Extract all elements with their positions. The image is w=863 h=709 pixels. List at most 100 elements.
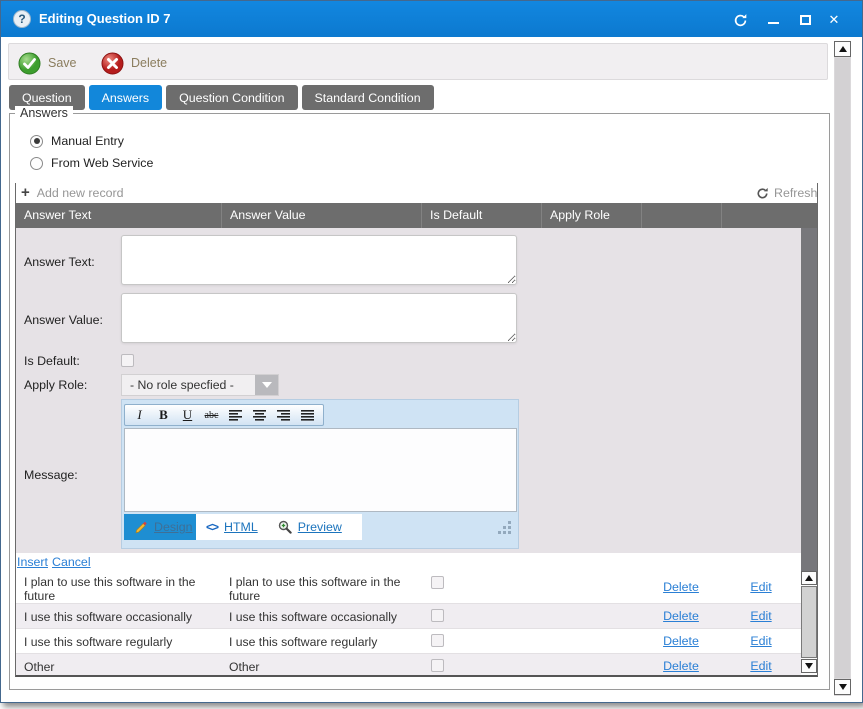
edit-link[interactable]: Edit — [750, 634, 771, 648]
cell-edit: Edit — [721, 571, 801, 603]
radio-from-web-service-control[interactable] — [30, 157, 43, 170]
cancel-link[interactable]: Cancel — [52, 555, 91, 569]
refresh-icon — [756, 187, 769, 200]
is-default-checkbox — [431, 576, 444, 589]
cell-edit: Edit — [721, 629, 801, 653]
column-header-apply-role[interactable]: Apply Role — [541, 203, 641, 228]
apply-role-value: - No role specfied - — [122, 378, 255, 392]
is-default-checkbox[interactable] — [121, 354, 134, 367]
editor-tab-html[interactable]: <> HTML — [196, 514, 268, 540]
cell-answer-text: I use this software regularly — [16, 629, 221, 653]
table-row: I use this software regularly I use this… — [16, 629, 801, 654]
answers-grid: + Add new record Refresh Answer Text Ans… — [15, 183, 818, 677]
action-toolbar: Save Delete — [8, 43, 828, 80]
window-title: Editing Question ID 7 — [39, 1, 170, 37]
italic-icon[interactable]: I — [128, 406, 151, 424]
tab-standard-condition[interactable]: Standard Condition — [302, 85, 434, 110]
delete-button[interactable]: Delete — [101, 51, 167, 75]
close-button[interactable]: ✕ — [825, 11, 843, 29]
cell-apply-role — [541, 604, 641, 628]
answer-text-input[interactable] — [121, 235, 517, 285]
grid-header-row: Answer Text Answer Value Is Default Appl… — [16, 203, 817, 228]
radio-from-web-service-label: From Web Service — [51, 156, 153, 170]
delete-link[interactable]: Delete — [663, 634, 699, 648]
cell-delete: Delete — [641, 629, 721, 653]
cell-apply-role — [541, 629, 641, 653]
cell-edit: Edit — [721, 654, 801, 677]
plus-icon: + — [21, 184, 30, 202]
grid-command-bar: + Add new record Refresh — [16, 183, 817, 203]
cell-is-default — [421, 654, 541, 677]
add-new-record-button[interactable]: + Add new record — [21, 183, 124, 203]
window-vertical-scrollbar — [834, 41, 851, 696]
radio-manual-entry-control[interactable] — [30, 135, 43, 148]
minimize-button[interactable] — [764, 11, 782, 29]
help-icon[interactable]: ? — [13, 10, 31, 28]
delete-label: Delete — [131, 56, 167, 70]
cell-delete: Delete — [641, 654, 721, 677]
answer-value-input[interactable] — [121, 293, 517, 343]
apply-role-dropdown[interactable]: - No role specfied - — [121, 374, 279, 396]
column-header-answer-value[interactable]: Answer Value — [221, 203, 421, 228]
message-editor: I B U abc — [121, 399, 519, 549]
cell-apply-role — [541, 571, 641, 603]
answer-text-label: Answer Text: — [24, 255, 95, 269]
column-header-is-default[interactable]: Is Default — [421, 203, 541, 228]
align-right-icon[interactable] — [272, 406, 295, 424]
table-row: I use this software occasionally I use t… — [16, 604, 801, 629]
align-justify-icon[interactable] — [296, 406, 319, 424]
edit-link[interactable]: Edit — [750, 659, 771, 673]
grid-scroll-up-button[interactable] — [801, 571, 817, 585]
editor-mode-tabs: Design <> HTML Preview — [124, 514, 517, 540]
editor-tab-preview-label: Preview — [298, 520, 342, 534]
is-default-label: Is Default: — [24, 354, 80, 368]
arrow-down-icon — [805, 663, 813, 669]
save-icon — [18, 52, 41, 75]
refresh-button[interactable]: Refresh — [756, 183, 817, 203]
editor-tab-preview[interactable]: Preview — [268, 514, 352, 540]
align-center-icon[interactable] — [248, 406, 271, 424]
is-default-checkbox — [431, 659, 444, 672]
apply-role-label: Apply Role: — [24, 378, 87, 392]
tab-answers[interactable]: Answers — [89, 85, 163, 110]
cell-answer-value: I use this software regularly — [221, 629, 421, 653]
radio-from-web-service[interactable]: From Web Service — [30, 154, 153, 172]
strikethrough-icon[interactable]: abc — [200, 406, 223, 424]
table-row: Other Other Delete Edit — [16, 654, 801, 677]
grid-scroll-down-button[interactable] — [801, 659, 817, 673]
edit-link[interactable]: Edit — [750, 580, 771, 594]
window-scroll-up-button[interactable] — [834, 41, 851, 57]
grid-scroll-thumb[interactable] — [801, 586, 817, 658]
delete-link[interactable]: Delete — [663, 609, 699, 623]
window-scroll-down-button[interactable] — [834, 679, 851, 695]
underline-icon[interactable]: U — [176, 406, 199, 424]
maximize-button[interactable] — [796, 11, 814, 29]
editor-content-area[interactable] — [124, 428, 517, 512]
delete-link[interactable]: Delete — [663, 659, 699, 673]
tab-question-condition[interactable]: Question Condition — [166, 85, 297, 110]
save-button[interactable]: Save — [18, 51, 77, 75]
grid-vertical-scrollbar — [801, 571, 817, 675]
editor-tab-design[interactable]: Design — [124, 514, 196, 540]
bold-icon[interactable]: B — [152, 406, 175, 424]
align-left-icon[interactable] — [224, 406, 247, 424]
cell-answer-text: Other — [16, 654, 221, 677]
delete-link[interactable]: Delete — [663, 580, 699, 594]
editor-tabs-white-block: <> HTML Preview — [196, 514, 362, 540]
message-label: Message: — [24, 468, 78, 482]
editor-resize-grip[interactable] — [508, 521, 511, 524]
apply-role-dropdown-button[interactable] — [255, 375, 278, 395]
cell-answer-value: Other — [221, 654, 421, 677]
cell-answer-text: I plan to use this software in the futur… — [16, 571, 221, 603]
window-scroll-thumb[interactable] — [835, 58, 850, 678]
refresh-icon — [733, 13, 748, 28]
chevron-down-icon — [262, 382, 272, 388]
insert-link[interactable]: Insert — [17, 555, 48, 569]
radio-manual-entry[interactable]: Manual Entry — [30, 132, 124, 150]
code-brackets-icon: <> — [206, 520, 218, 534]
cell-delete: Delete — [641, 604, 721, 628]
editor-bottombar-spacer — [362, 514, 517, 540]
column-header-answer-text[interactable]: Answer Text — [16, 203, 221, 228]
titlebar-refresh-button[interactable] — [731, 11, 749, 29]
edit-link[interactable]: Edit — [750, 609, 771, 623]
